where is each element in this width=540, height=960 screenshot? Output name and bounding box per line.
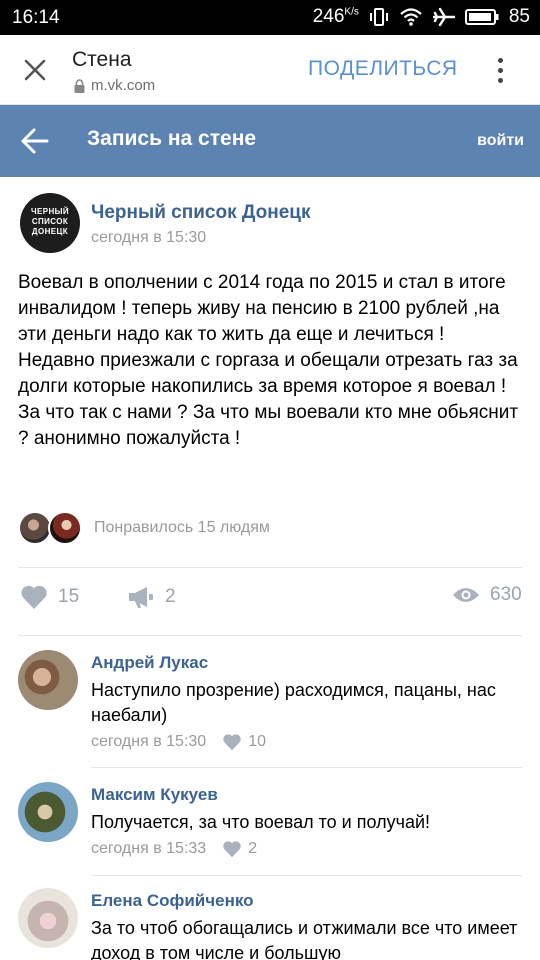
url-text: m.vk.com — [91, 77, 156, 94]
battery-icon — [464, 9, 499, 25]
login-button[interactable]: войти — [477, 132, 524, 150]
comment-time[interactable]: сегодня в 15:30 — [91, 733, 206, 751]
commenter-name[interactable]: Андрей Лукас — [91, 653, 208, 673]
comment-meta: сегодня в 15:30 10 — [91, 733, 266, 751]
like-button[interactable]: 15 — [20, 584, 79, 610]
megaphone-icon — [129, 587, 153, 608]
avatar-line: СПИСОК — [31, 217, 69, 226]
views-count: 630 — [490, 584, 522, 605]
post-actions: 15 2 630 — [0, 584, 540, 616]
post-timestamp[interactable]: сегодня в 15:30 — [91, 229, 206, 247]
commenter-name[interactable]: Максим Кукуев — [91, 785, 218, 805]
divider — [18, 635, 522, 636]
like-count: 15 — [58, 586, 80, 607]
vibrate-icon — [369, 8, 388, 26]
status-time: 16:14 — [12, 7, 60, 28]
header-title: Запись на стене — [87, 127, 257, 150]
vk-header: Запись на стене войти — [0, 105, 540, 177]
commenter-avatar[interactable] — [18, 888, 78, 948]
share-button[interactable]: ПОДЕЛИТЬСЯ — [308, 57, 458, 81]
divider — [91, 767, 522, 768]
commenter-name[interactable]: Елена Софийченко — [91, 891, 254, 911]
heart-icon — [21, 585, 47, 609]
divider — [18, 567, 522, 568]
liker-avatar — [48, 511, 82, 545]
page-url: m.vk.com — [74, 77, 155, 94]
comment-text: Получается, за что воевал то и получай! — [91, 812, 431, 832]
network-speed: 246K/s — [313, 6, 359, 28]
browser-tab-bar: Стена m.vk.com ПОДЕЛИТЬСЯ — [0, 35, 540, 105]
post-text: Воевал в ополчении с 2014 года по 2015 и… — [18, 272, 519, 449]
more-menu-icon[interactable] — [490, 55, 510, 87]
liker-avatar — [18, 511, 52, 545]
avatar-line: ЧЕРНЫЙ — [30, 207, 70, 216]
comment-like-count: 10 — [248, 733, 266, 750]
avatar-line: ДОНЕЦК — [31, 227, 69, 236]
divider — [91, 875, 522, 876]
comment-text: Наступило прозрение) расходимся, пацаны,… — [91, 680, 496, 725]
post-author-link[interactable]: Черный список Донецк — [91, 202, 310, 224]
repost-button[interactable]: 2 — [127, 584, 176, 610]
network-speed-unit: K/s — [344, 6, 359, 18]
status-bar: 16:14 246K/s 85 — [0, 0, 540, 35]
heart-icon[interactable] — [222, 733, 242, 751]
back-arrow-icon[interactable] — [20, 127, 50, 155]
eye-icon — [453, 588, 479, 602]
comment-meta: сегодня в 15:33 2 — [91, 840, 257, 858]
liked-by-row[interactable]: Понравилось 15 людям — [18, 511, 270, 545]
battery-level: 85 — [508, 6, 530, 27]
comment-time[interactable]: сегодня в 15:33 — [91, 840, 206, 858]
views-counter: 630 — [452, 584, 522, 606]
page-title: Стена — [72, 48, 132, 71]
wifi-icon — [400, 8, 422, 26]
comment-like-count: 2 — [248, 840, 258, 857]
repost-count: 2 — [165, 586, 176, 607]
close-icon[interactable] — [20, 55, 50, 85]
airplane-icon — [432, 7, 455, 27]
commenter-avatar[interactable] — [18, 650, 78, 710]
heart-icon[interactable] — [222, 840, 242, 858]
network-speed-value: 246 — [312, 6, 345, 27]
liked-by-text: Понравилось 15 людям — [94, 519, 270, 536]
lock-icon — [74, 78, 85, 93]
comment-text: За то чтоб обогащались и отжимали все чт… — [91, 918, 518, 960]
community-avatar[interactable]: ЧЕРНЫЙ СПИСОК ДОНЕЦК — [20, 193, 80, 253]
commenter-avatar[interactable] — [18, 782, 78, 842]
